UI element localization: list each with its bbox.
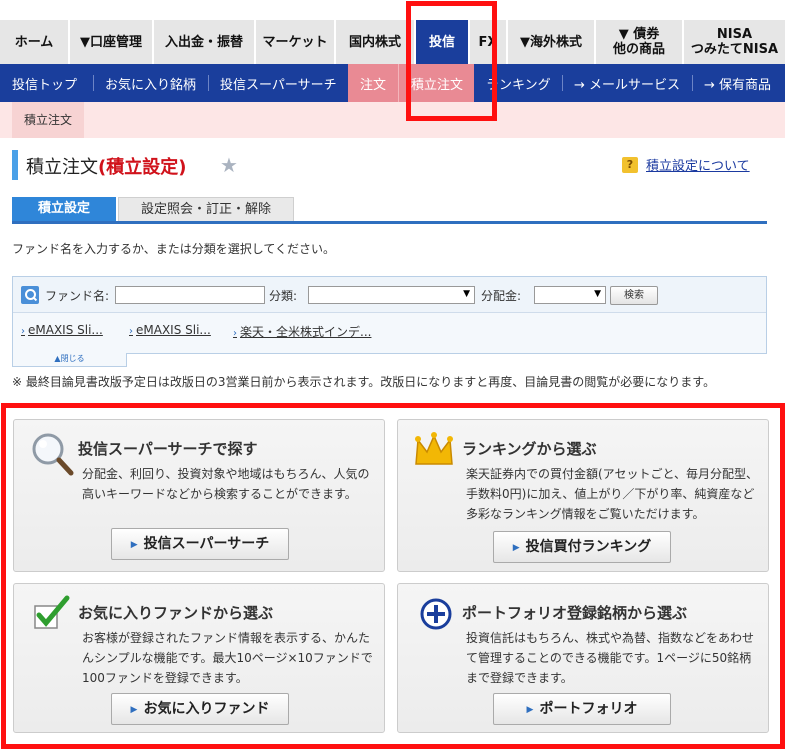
quicklink-item[interactable]: › eMAXIS Sli...	[21, 323, 103, 337]
subnav-accumulation-order[interactable]: 積立注文	[397, 64, 474, 102]
page-title: 積立注文(積立設定)	[26, 153, 186, 179]
page-root: { "topnav": { "items": [ {"label": "ホーム"…	[0, 0, 785, 749]
nav-funds[interactable]: 投信	[416, 20, 470, 64]
fund-name-input[interactable]	[115, 286, 265, 304]
subnav-holdings[interactable]: → 保有商品	[692, 64, 785, 102]
title-accent-bar	[12, 150, 18, 180]
card-favorites: お気に入りファンドから選ぶ お客様が登録されたファンド情報を表示する、かんたんシ…	[13, 583, 385, 733]
category-select[interactable]: ▼	[308, 286, 475, 304]
arrow-icon: ›	[21, 326, 25, 337]
sub-navigation: 投信トップ お気に入り銘柄 投信スーパーサーチ 注文 積立注文 ランキング → …	[0, 64, 785, 102]
top-navigation: ホーム ▼口座管理 入出金・振替 マーケット 国内株式 投信 FX ▼海外株式 …	[0, 20, 785, 64]
nav-market[interactable]: マーケット	[256, 20, 336, 64]
super-search-button[interactable]: ▶ 投信スーパーサーチ	[111, 528, 289, 560]
instruction-text: ファンド名を入力するか、または分類を選択してください。	[12, 242, 336, 256]
subnav-ranking[interactable]: ランキング	[474, 64, 562, 102]
plus-icon	[420, 598, 452, 630]
subnav-mail-service[interactable]: → メールサービス	[561, 64, 692, 102]
search-panel: ファンド名: 分類: ▼ 分配金: ▼ 検索 › eMAXIS Sli... › e…	[12, 276, 767, 354]
magnifier-icon	[32, 433, 74, 476]
crown-icon	[415, 432, 453, 465]
help-link[interactable]: 積立設定について	[646, 155, 750, 174]
quicklink-item[interactable]: › 楽天・全米株式インデ...	[233, 323, 371, 340]
breadcrumb-current: 積立注文	[12, 102, 85, 138]
nav-bonds-other[interactable]: ▼ 債券 他の商品	[596, 20, 684, 64]
subnav-super-search[interactable]: 投信スーパーサーチ	[207, 64, 348, 102]
tab-accumulation-setting[interactable]: 積立設定	[12, 197, 116, 221]
subnav-fund-top[interactable]: 投信トップ	[0, 64, 93, 102]
chevron-down-icon: ▼	[463, 289, 470, 299]
triangle-right-icon: ▶	[130, 705, 138, 715]
quicklink-item[interactable]: › eMAXIS Sli...	[129, 323, 211, 337]
checkmark-icon	[34, 595, 70, 629]
portfolio-button[interactable]: ▶ ポートフォリオ	[493, 693, 671, 725]
card-ranking: ランキングから選ぶ 楽天証券内での買付金額(アセットごと、毎月分配型、手数料0円…	[397, 419, 769, 572]
dividend-label: 分配金:	[481, 289, 522, 303]
nav-home[interactable]: ホーム	[0, 20, 70, 64]
nav-domestic-stocks[interactable]: 国内株式	[336, 20, 416, 64]
dividend-select[interactable]: ▼	[534, 286, 606, 304]
page-title-sub: (積立設定)	[98, 157, 187, 178]
card-portfolio: ポートフォリオ登録銘柄から選ぶ 投資信託はもちろん、株式や為替、指数などをあわせ…	[397, 583, 769, 733]
nav-foreign-stocks[interactable]: ▼海外株式	[508, 20, 596, 64]
card-super-search: 投信スーパーサーチで探す 分配金、利回り、投資対象や地域はもちろん、人気の高いキ…	[13, 419, 385, 572]
triangle-right-icon: ▶	[130, 540, 138, 550]
notice-text: ※ 最終目論見書改版予定日は改版日の3営業日前から表示されます。改版日になります…	[12, 375, 716, 389]
card-title: ポートフォリオ登録銘柄から選ぶ	[462, 604, 688, 622]
triangle-right-icon: ▶	[512, 543, 520, 553]
order-tabs: 積立設定 設定照会・訂正・解除	[12, 197, 767, 224]
arrow-icon: ›	[129, 326, 133, 337]
ranking-button[interactable]: ▶ 投信買付ランキング	[493, 531, 671, 563]
search-row: ファンド名: 分類: ▼ 分配金: ▼ 検索	[13, 277, 766, 313]
card-title: お気に入りファンドから選ぶ	[78, 604, 274, 622]
category-label: 分類:	[269, 289, 298, 303]
nav-fx[interactable]: FX	[470, 20, 508, 64]
breadcrumb: 積立注文	[0, 102, 785, 138]
triangle-right-icon: ▶	[526, 705, 534, 715]
card-title: ランキングから選ぶ	[462, 440, 597, 458]
card-description: 分配金、利回り、投資対象や地域はもちろん、人気の高いキーワードなどから検索するこ…	[82, 467, 370, 501]
card-description: 楽天証券内での買付金額(アセットごと、毎月分配型、手数料0円)に加え、値上がり／…	[466, 467, 758, 521]
nav-account[interactable]: ▼口座管理	[70, 20, 154, 64]
tab-setting-inquiry[interactable]: 設定照会・訂正・解除	[118, 197, 294, 221]
card-description: 投資信託はもちろん、株式や為替、指数などをあわせて管理することのできる機能です。…	[466, 631, 755, 685]
search-icon	[21, 286, 39, 304]
help-icon: ?	[622, 157, 638, 173]
search-button[interactable]: 検索	[610, 286, 658, 305]
favorites-button[interactable]: ▶ お気に入りファンド	[111, 693, 289, 725]
card-description: お客様が登録されたファンド情報を表示する、かんたんシンプルな機能です。最大10ペ…	[82, 631, 373, 685]
favorite-star-icon[interactable]: ★	[220, 153, 238, 177]
page-title-main: 積立注文	[26, 157, 98, 178]
arrow-icon: ›	[233, 328, 237, 339]
card-title: 投信スーパーサーチで探す	[78, 440, 258, 458]
chevron-down-icon: ▼	[594, 289, 601, 299]
fund-name-label: ファンド名:	[45, 289, 110, 303]
nav-nisa[interactable]: NISA つみたてNISA	[684, 20, 785, 64]
nav-deposit-transfer[interactable]: 入出金・振替	[154, 20, 256, 64]
subnav-favorites[interactable]: お気に入り銘柄	[92, 64, 208, 102]
close-panel-button[interactable]: ▲閉じる	[12, 353, 127, 367]
subnav-order[interactable]: 注文	[347, 64, 398, 102]
